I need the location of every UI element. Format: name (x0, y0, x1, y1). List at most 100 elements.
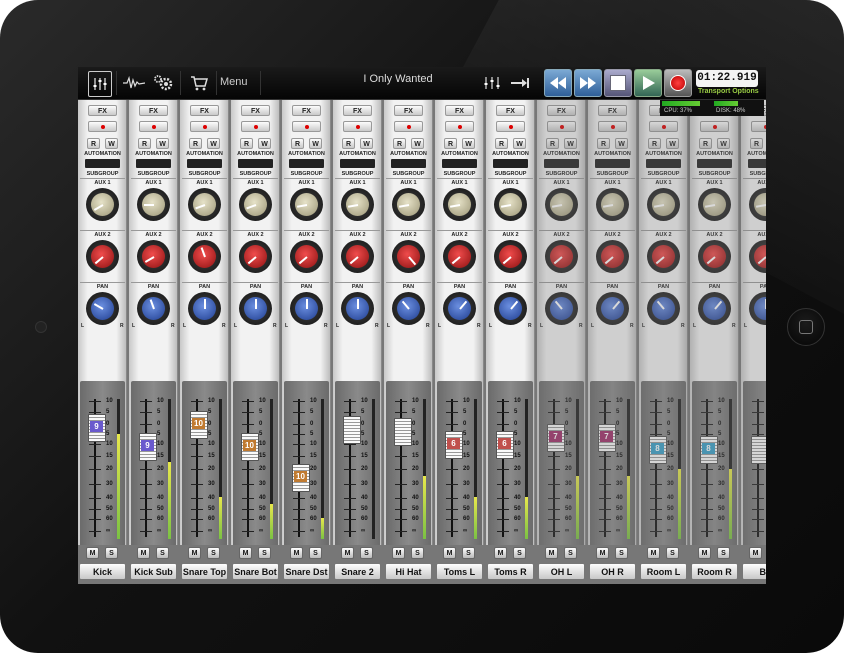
solo-button[interactable]: S (156, 547, 169, 559)
automation-read-button[interactable]: R (648, 138, 661, 149)
fx-button[interactable]: FX (139, 105, 168, 116)
mute-button[interactable]: M (494, 547, 507, 559)
record-icon[interactable] (664, 69, 692, 97)
transport-options-button[interactable]: Transport Options (698, 88, 759, 95)
channel-name[interactable]: Snare Dst (283, 563, 330, 580)
stop-icon[interactable] (604, 69, 632, 97)
aux1-knob[interactable] (392, 188, 425, 221)
aux2-knob[interactable] (647, 240, 680, 273)
channel-name[interactable]: Snare Top (181, 563, 228, 580)
fader-cap[interactable]: 6 (496, 431, 514, 459)
solo-button[interactable]: S (105, 547, 118, 559)
pan-knob[interactable] (443, 292, 476, 325)
subgroup-selector[interactable] (187, 159, 222, 168)
pan-knob[interactable] (137, 292, 170, 325)
export-arrow-icon[interactable] (508, 71, 532, 95)
automation-write-button[interactable]: W (309, 138, 322, 149)
fx-button[interactable]: FX (241, 105, 270, 116)
subgroup-selector[interactable] (289, 159, 324, 168)
aux2-knob[interactable] (392, 240, 425, 273)
channel-name[interactable]: Toms R (487, 563, 534, 580)
fx-button[interactable]: FX (88, 105, 117, 116)
mute-button[interactable]: M (647, 547, 660, 559)
automation-read-button[interactable]: R (597, 138, 610, 149)
fx-button[interactable]: FX (496, 105, 525, 116)
record-arm-button[interactable] (598, 121, 627, 132)
pan-knob[interactable] (188, 292, 221, 325)
record-arm-button[interactable] (88, 121, 117, 132)
aux1-knob[interactable] (494, 188, 527, 221)
automation-write-button[interactable]: W (207, 138, 220, 149)
mute-button[interactable]: M (290, 547, 303, 559)
fader-cap[interactable]: 8 (649, 436, 667, 464)
automation-write-button[interactable]: W (717, 138, 730, 149)
aux1-knob[interactable] (545, 188, 578, 221)
mute-button[interactable]: M (341, 547, 354, 559)
pan-knob[interactable] (545, 292, 578, 325)
subgroup-selector[interactable] (697, 159, 732, 168)
fx-button[interactable]: FX (343, 105, 372, 116)
subgroup-selector[interactable] (493, 159, 528, 168)
pan-knob[interactable] (86, 292, 119, 325)
fader-cap[interactable]: 9 (139, 433, 157, 461)
automation-read-button[interactable]: R (138, 138, 151, 149)
mute-button[interactable]: M (698, 547, 711, 559)
channel-name[interactable]: Room R (691, 563, 738, 580)
automation-write-button[interactable]: W (666, 138, 679, 149)
fader-cap[interactable] (343, 416, 361, 444)
subgroup-selector[interactable] (544, 159, 579, 168)
automation-write-button[interactable]: W (615, 138, 628, 149)
record-arm-button[interactable] (343, 121, 372, 132)
automation-read-button[interactable]: R (495, 138, 508, 149)
pan-knob[interactable] (392, 292, 425, 325)
fader-cap[interactable]: 6 (445, 431, 463, 459)
solo-button[interactable]: S (513, 547, 526, 559)
automation-read-button[interactable]: R (444, 138, 457, 149)
mute-button[interactable]: M (596, 547, 609, 559)
mute-button[interactable]: M (137, 547, 150, 559)
solo-button[interactable]: S (258, 547, 271, 559)
fader-cap[interactable]: 8 (700, 436, 718, 464)
solo-button[interactable]: S (666, 547, 679, 559)
mute-button[interactable]: M (239, 547, 252, 559)
channel-name[interactable]: OH L (538, 563, 585, 580)
automation-write-button[interactable]: W (564, 138, 577, 149)
automation-write-button[interactable]: W (411, 138, 424, 149)
channel-name[interactable]: Toms L (436, 563, 483, 580)
aux2-knob[interactable] (494, 240, 527, 273)
aux1-knob[interactable] (749, 188, 766, 221)
aux2-knob[interactable] (341, 240, 374, 273)
channel-name[interactable]: Hi Hat (385, 563, 432, 580)
subgroup-selector[interactable] (646, 159, 681, 168)
aux2-knob[interactable] (545, 240, 578, 273)
routing-icon[interactable] (480, 71, 504, 95)
subgroup-selector[interactable] (391, 159, 426, 168)
fader-cap[interactable] (394, 418, 412, 446)
automation-read-button[interactable]: R (342, 138, 355, 149)
automation-read-button[interactable]: R (189, 138, 202, 149)
solo-button[interactable]: S (564, 547, 577, 559)
automation-read-button[interactable]: R (240, 138, 253, 149)
automation-write-button[interactable]: W (105, 138, 118, 149)
fx-button[interactable]: FX (394, 105, 423, 116)
aux2-knob[interactable] (239, 240, 272, 273)
subgroup-selector[interactable] (595, 159, 630, 168)
pan-knob[interactable] (698, 292, 731, 325)
channel-name[interactable]: Kick Sub (130, 563, 177, 580)
automation-write-button[interactable]: W (513, 138, 526, 149)
solo-button[interactable]: S (615, 547, 628, 559)
pan-knob[interactable] (290, 292, 323, 325)
rewind-icon[interactable] (544, 69, 572, 97)
fast-forward-icon[interactable] (574, 69, 602, 97)
waveform-icon[interactable] (122, 71, 146, 95)
channel-name[interactable]: OH R (589, 563, 636, 580)
fader-cap[interactable]: 10 (292, 464, 310, 492)
solo-button[interactable]: S (207, 547, 220, 559)
pan-knob[interactable] (341, 292, 374, 325)
record-arm-button[interactable] (241, 121, 270, 132)
solo-button[interactable]: S (411, 547, 424, 559)
pan-knob[interactable] (596, 292, 629, 325)
subgroup-selector[interactable] (748, 159, 766, 168)
fx-button[interactable]: FX (445, 105, 474, 116)
aux1-knob[interactable] (341, 188, 374, 221)
